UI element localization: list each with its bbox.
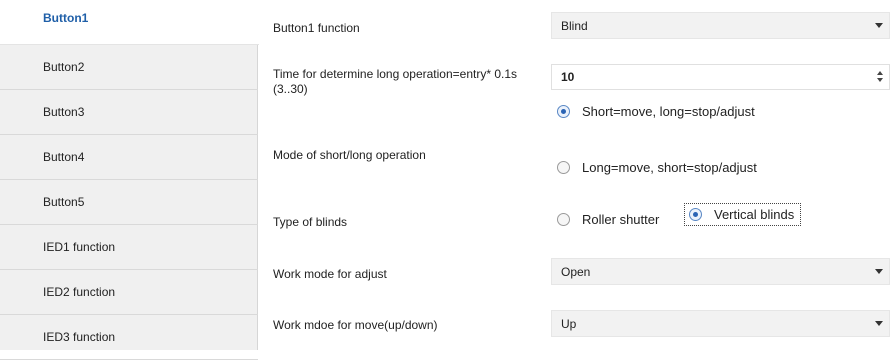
sidebar-item-button1[interactable]: Button1: [0, 0, 259, 45]
sidebar-item-label: Button1: [43, 11, 89, 25]
sidebar: Button1 Button2 Button3 Button4 Button5 …: [0, 0, 259, 360]
blind-type-option-roller-shutter[interactable]: Roller shutter: [557, 212, 659, 227]
blind-type-option-label: Vertical blinds: [714, 207, 795, 222]
sidebar-item-label: Button5: [43, 195, 85, 209]
mode-option-label: Short=move, long=stop/adjust: [582, 104, 755, 119]
sidebar-item-label: IED1 function: [43, 240, 116, 254]
sidebar-item-label: Button4: [43, 150, 85, 164]
sidebar-item-label: IED2 function: [43, 285, 116, 299]
dropdown-value: Blind: [561, 18, 588, 33]
radio-unchecked-icon[interactable]: [557, 161, 570, 174]
dropdown-value: Open: [561, 264, 591, 279]
mode-option-short-move[interactable]: Short=move, long=stop/adjust: [557, 104, 755, 119]
move-mode-label: Work mdoe for move(up/down): [273, 318, 438, 332]
sidebar-item-button3[interactable]: Button3: [0, 90, 258, 135]
button-function-dropdown[interactable]: Blind: [551, 12, 890, 39]
button-function-label: Button1 function: [273, 21, 360, 35]
increment-arrow-icon[interactable]: [877, 71, 883, 75]
chevron-down-icon: [875, 269, 883, 274]
sidebar-item-label: Button2: [43, 60, 85, 74]
dropdown-value: Up: [561, 316, 577, 331]
sidebar-item-label: Button3: [43, 105, 85, 119]
sidebar-item-button2[interactable]: Button2: [0, 45, 258, 90]
radio-unchecked-icon[interactable]: [557, 213, 570, 226]
long-operation-time-label: Time for determine long operation=entry*…: [273, 67, 517, 97]
long-operation-time-label-line2: (3..30): [273, 82, 308, 96]
radio-checked-icon[interactable]: [557, 105, 570, 118]
sidebar-item-button5[interactable]: Button5: [0, 180, 258, 225]
adjust-mode-label: Work mode for adjust: [273, 267, 387, 281]
blind-type-option-label: Roller shutter: [582, 212, 660, 227]
sidebar-item-label: IED3 function: [43, 330, 116, 344]
radio-checked-icon[interactable]: [689, 208, 702, 221]
move-mode-dropdown[interactable]: Up: [551, 310, 890, 337]
mode-option-long-move[interactable]: Long=move, short=stop/adjust: [557, 160, 757, 175]
stepper-value: 10: [561, 70, 575, 84]
mode-option-label: Long=move, short=stop/adjust: [582, 160, 757, 175]
mode-label: Mode of short/long operation: [273, 148, 426, 162]
sidebar-item-ied2-function[interactable]: IED2 function: [0, 270, 258, 315]
blind-type-label: Type of blinds: [273, 215, 348, 229]
sidebar-item-ied3-function[interactable]: IED3 function: [0, 315, 258, 360]
long-operation-time-stepper[interactable]: 10: [551, 64, 890, 90]
decrement-arrow-icon[interactable]: [877, 78, 883, 82]
sidebar-item-ied1-function[interactable]: IED1 function: [0, 225, 258, 270]
chevron-down-icon: [875, 23, 883, 28]
sidebar-item-button4[interactable]: Button4: [0, 135, 258, 180]
blind-type-option-vertical-blinds[interactable]: Vertical blinds: [683, 203, 802, 226]
long-operation-time-label-line1: Time for determine long operation=entry*…: [273, 67, 518, 81]
adjust-mode-dropdown[interactable]: Open: [551, 258, 890, 285]
chevron-down-icon: [875, 321, 883, 326]
